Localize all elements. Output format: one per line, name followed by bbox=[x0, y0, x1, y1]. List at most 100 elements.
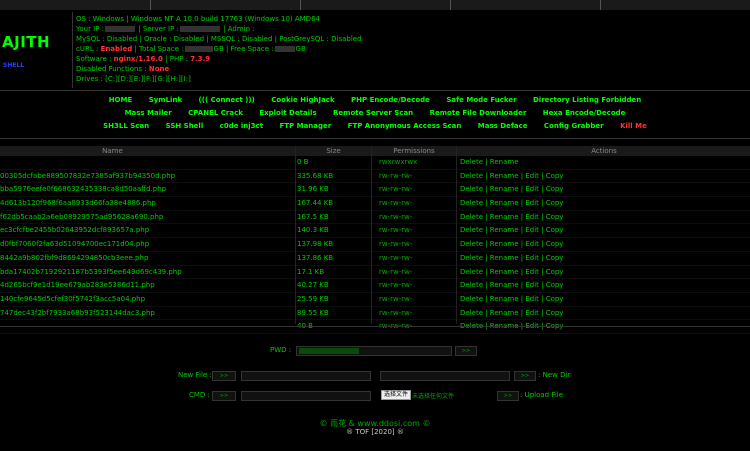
nav-remote-server-scan[interactable]: Remote Server Scan bbox=[333, 109, 413, 117]
choose-file-button[interactable]: 选择文件 bbox=[381, 390, 412, 400]
new-file-go-button[interactable]: >> bbox=[212, 371, 236, 381]
pwd-label: PWD : bbox=[270, 346, 292, 354]
new-dir-input[interactable] bbox=[380, 371, 510, 381]
file-name-link[interactable]: bba5976eefe0f668632435338ca8d50aaffd.php bbox=[0, 185, 290, 193]
file-permissions[interactable]: rw-rw-rw- bbox=[379, 199, 412, 207]
nav-directory-listing[interactable]: Directory Listing Forbidden bbox=[533, 96, 641, 104]
file-size: 17.1 KB bbox=[297, 267, 325, 276]
file-permissions[interactable]: rw-rw-rw- bbox=[379, 226, 412, 234]
cmd-label: CMD : bbox=[189, 391, 210, 399]
header-actions: Actions bbox=[591, 147, 617, 155]
file-actions[interactable]: Delete | Rename | Edit | Copy bbox=[460, 254, 563, 262]
shell-brand-title: AJITH bbox=[2, 33, 51, 51]
file-row: d0fbf7060f2fa63d51094700ec171d04.php 137.… bbox=[0, 238, 750, 252]
browser-tab-strip bbox=[0, 0, 750, 10]
database-info: MySQL : Disabled | Oracle : Disabled | M… bbox=[76, 35, 362, 43]
file-size: 335.68 KB bbox=[297, 171, 334, 180]
file-row: 4d613b120f968f6aa8933d66fa38e4886.php 167… bbox=[0, 197, 750, 211]
file-name-link[interactable]: bda17402b7192921187b5393f5ee649d69c439.p… bbox=[0, 268, 290, 276]
file-actions[interactable]: Delete | Rename | Edit | Copy bbox=[460, 309, 563, 317]
curl-space-info: cURL : Enabled | Total Space : GB | Free … bbox=[76, 45, 306, 53]
command-form: PWD : >> New File : >> >> : New Dir CMD … bbox=[0, 326, 750, 451]
file-name-link[interactable]: 8442a9b802fbf9d8694294850cb3eee.php bbox=[0, 254, 290, 262]
file-name-link[interactable]: ec3cfcfbe2455b02643952dcf893657a.php bbox=[0, 226, 290, 234]
file-actions[interactable]: Delete | Rename | Edit | Copy bbox=[460, 172, 563, 180]
file-name-link[interactable]: 4d613b120f968f6aa8933d66fa38e4886.php bbox=[0, 199, 290, 207]
file-name-link[interactable]: 4d265bcf9e1d19ee679ab283e5386d11.php bbox=[0, 281, 290, 289]
file-row: f62db5caab2a6eb08929575ad95628a690.php 16… bbox=[0, 211, 750, 225]
server-info-header: AJITH SHELL OS : Windows | Windows NT A … bbox=[0, 12, 750, 91]
file-actions[interactable]: Delete | Rename | Edit | Copy bbox=[460, 199, 563, 207]
drives-info[interactable]: Drives : [C:][D:][E:][F:][G:][H:][I:] bbox=[76, 74, 362, 84]
file-permissions[interactable]: rw-rw-rw- bbox=[379, 240, 412, 248]
file-name-link[interactable]: d0fbf7060f2fa63d51094700ec171d04.php bbox=[0, 240, 290, 248]
file-actions[interactable]: Delete | Rename | Edit | Copy bbox=[460, 295, 563, 303]
nav-exploit-details[interactable]: Exploit Details bbox=[259, 109, 316, 117]
file-size: 167.5 KB bbox=[297, 212, 329, 221]
file-name-link[interactable]: 747dec43f2bf7933a68b93f523144dac3.php bbox=[0, 309, 290, 317]
file-name-link[interactable]: 00305dcfabe889507832e7385af937b94350d.ph… bbox=[0, 172, 290, 180]
cmd-go-button[interactable]: >> bbox=[212, 391, 236, 401]
file-permissions[interactable]: rw-rw-rw- bbox=[379, 185, 412, 193]
file-permissions[interactable]: rw-rw-rw- bbox=[379, 172, 412, 180]
file-row: 0 B rwxrwxrwx Delete | Rename bbox=[0, 156, 750, 170]
file-size: 31.96 KB bbox=[297, 185, 329, 194]
nav-mass-deface[interactable]: Mass Deface bbox=[478, 122, 528, 130]
file-size: 25.59 KB bbox=[297, 294, 329, 303]
file-actions[interactable]: Delete | Rename | Edit | Copy bbox=[460, 185, 563, 193]
file-row: bba5976eefe0f668632435338ca8d50aaffd.php… bbox=[0, 183, 750, 198]
file-size: 137.86 KB bbox=[297, 253, 334, 262]
nav-home[interactable]: HOME bbox=[109, 96, 133, 104]
file-name-link[interactable]: f62db5caab2a6eb08929575ad95628a690.php bbox=[0, 213, 290, 221]
nav-connect[interactable]: ((( Connect ))) bbox=[199, 96, 255, 104]
file-permissions[interactable]: rw-rw-rw- bbox=[379, 268, 412, 276]
file-permissions[interactable]: rw-rw-rw- bbox=[379, 309, 412, 317]
upload-file-label: : Upload File bbox=[520, 391, 564, 399]
os-info: OS : Windows | Windows NT A 10.0 build 1… bbox=[76, 15, 320, 23]
new-dir-label: : New Dir bbox=[538, 371, 571, 379]
shell-brand-subtitle: SHELL bbox=[3, 62, 25, 69]
file-permissions[interactable]: rw-rw-rw- bbox=[379, 295, 412, 303]
file-actions[interactable]: Delete | Rename | Edit | Copy bbox=[460, 240, 563, 248]
nav-ftp-manager[interactable]: FTP Manager bbox=[279, 122, 331, 130]
file-actions[interactable]: Delete | Rename | Edit | Copy bbox=[460, 268, 563, 276]
nav-code-inject[interactable]: c0de inj3ct bbox=[220, 122, 263, 130]
pwd-go-button[interactable]: >> bbox=[455, 346, 477, 356]
pwd-input[interactable] bbox=[296, 346, 452, 356]
file-size: 89.55 KB bbox=[297, 308, 329, 317]
file-permissions[interactable]: rw-rw-rw- bbox=[379, 213, 412, 221]
new-file-input[interactable] bbox=[241, 371, 371, 381]
nav-mass-mailer[interactable]: Mass Mailer bbox=[125, 109, 172, 117]
cmd-input[interactable] bbox=[241, 391, 371, 401]
new-dir-go-button[interactable]: >> bbox=[514, 371, 536, 381]
file-row: 8442a9b802fbf9d8694294850cb3eee.php 137.8… bbox=[0, 252, 750, 266]
header-size: Size bbox=[326, 147, 341, 155]
file-size: 137.98 KB bbox=[297, 240, 334, 249]
nav-remote-file-downloader[interactable]: Remote File Downloader bbox=[430, 109, 527, 117]
file-size: 0 B bbox=[297, 158, 309, 166]
file-table-header: Name Size Permissions Actions bbox=[0, 146, 750, 156]
nav-symlink[interactable]: SymLink bbox=[149, 96, 182, 104]
file-permissions[interactable]: rw-rw-rw- bbox=[379, 254, 412, 262]
nav-hexa-encode-decode[interactable]: Hexa Encode/Decode bbox=[543, 109, 626, 117]
nav-ftp-anonymous-scan[interactable]: FTP Anonymous Access Scan bbox=[348, 122, 462, 130]
nav-cpanel-crack[interactable]: CPANEL Crack bbox=[188, 109, 243, 117]
nav-safe-mode[interactable]: Safe Mode Fucker bbox=[446, 96, 516, 104]
nav-kill-me[interactable]: Kill Me bbox=[620, 122, 647, 130]
nav-config-grabber[interactable]: Config Grabber bbox=[544, 122, 604, 130]
file-actions[interactable]: Delete | Rename | Edit | Copy bbox=[460, 281, 563, 289]
nav-ssh-shell[interactable]: SSH Shell bbox=[166, 122, 204, 130]
file-actions[interactable]: Delete | Rename | Edit | Copy bbox=[460, 213, 563, 221]
nav-php-encode-decode[interactable]: PHP Encode/Decode bbox=[351, 96, 430, 104]
upload-go-button[interactable]: >> bbox=[497, 391, 519, 401]
file-permissions[interactable]: rwxrwxrwx bbox=[379, 158, 417, 166]
file-permissions[interactable]: rw-rw-rw- bbox=[379, 281, 412, 289]
software-info: Software : nginx/1.16.0 | PHP : 7.3.9 bbox=[76, 55, 211, 63]
nav-shell-scan[interactable]: SH3LL Scan bbox=[103, 122, 149, 130]
footer-year: ® TOF [2020] ® bbox=[346, 428, 404, 436]
file-actions[interactable]: Delete | Rename bbox=[460, 158, 519, 166]
file-name-link[interactable]: 140cfe9645d5cfef30f5742f3acc5a04.php bbox=[0, 295, 290, 303]
file-actions[interactable]: Delete | Rename | Edit | Copy bbox=[460, 226, 563, 234]
file-size: 140.3 KB bbox=[297, 226, 329, 235]
nav-cookie-highjack[interactable]: Cookie HighJack bbox=[271, 96, 334, 104]
